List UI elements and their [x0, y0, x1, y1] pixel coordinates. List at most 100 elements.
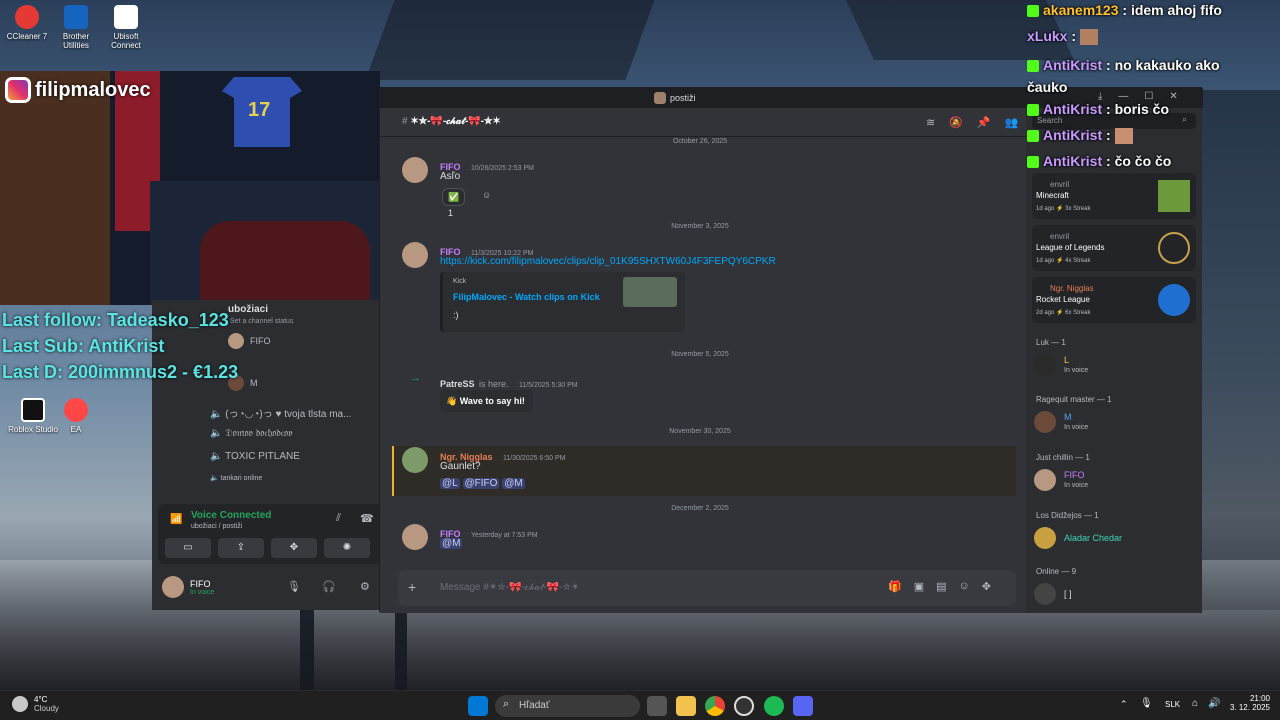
apps-icon[interactable]: ✥ — [982, 580, 991, 593]
activity-card[interactable]: envril League of Legends 1d ago ⚡ 4x Str… — [1032, 225, 1196, 271]
activity-card[interactable]: envril Minecraft 1d ago ⚡ 3x Streak — [1032, 173, 1196, 219]
date-separator: November 30, 2025 — [669, 428, 731, 435]
screenshare-button[interactable]: ⇪ — [218, 538, 264, 558]
emote-icon — [1079, 29, 1098, 46]
weather-widget[interactable]: 4°C Cloudy — [12, 695, 59, 713]
embed-title-link[interactable]: FilipMalovec - Watch clips on Kick — [453, 292, 600, 302]
voice-channel-tvoja[interactable]: 🔈 (っ◔◡◔)っ ♥ tvoja tlsta ma... — [210, 405, 351, 420]
voice-connected-panel: 📶 Voice Connected ubožiaci / postiži ⫽ ☎… — [158, 504, 382, 564]
voice-channel-link[interactable]: ubožiaci / postiži — [191, 523, 242, 530]
chat-line: xLukx : — [1027, 28, 1098, 46]
minecraft-icon — [1158, 180, 1190, 212]
search-icon: ⌕ — [1182, 114, 1188, 124]
obs-icon[interactable] — [734, 696, 754, 716]
member-online[interactable]: [ ] — [1034, 583, 1194, 607]
avatar[interactable] — [402, 524, 428, 550]
noise-suppression-icon[interactable]: ⫽ — [336, 512, 341, 525]
voice-member-fifo[interactable]: FIFO — [228, 333, 271, 349]
volume-icon[interactable]: 🔊 — [1208, 698, 1220, 709]
speaker-icon: 🔈 — [210, 428, 226, 439]
user-panel[interactable]: FIFO In voice — [162, 576, 214, 598]
settings-icon[interactable]: ⚙ — [360, 580, 370, 593]
members-icon[interactable]: 👥 — [1005, 116, 1019, 129]
desktop-icon-ubisoft-connect[interactable]: Ubisoft Connect — [99, 5, 153, 50]
avatar[interactable] — [402, 157, 428, 183]
wave-sticker-icon: 👋 — [446, 396, 460, 406]
task-view-icon[interactable] — [647, 696, 667, 716]
message-link[interactable]: https://kick.com/filipmalovec/clips/clip… — [440, 256, 776, 267]
threads-icon[interactable]: ≋ — [926, 116, 935, 129]
activity-card[interactable]: Ngr. Nigglas Rocket League 2d ago ⚡ 6x S… — [1032, 277, 1196, 323]
clock[interactable]: 21:00 3. 12. 2025 — [1228, 694, 1270, 712]
message-composer: + Message #✶✮-🎀-𝒸𝒽𝒶𝓉-🎀-✮✶ 🎁 ▣ ▤ ☺ ✥ — [398, 570, 1016, 606]
cloudy-icon — [12, 696, 28, 712]
discord-taskbar-icon[interactable] — [793, 696, 813, 716]
member-fifo[interactable]: FIFO In voice — [1034, 469, 1194, 493]
member-l[interactable]: L In voice — [1034, 354, 1194, 378]
desktop-icon-ccleaner[interactable]: CCleaner 7 — [0, 5, 54, 41]
kick-badge-icon — [1027, 5, 1039, 18]
microphone-icon[interactable]: 🎙 — [287, 580, 301, 593]
voice-channel-toxic-pitlane[interactable]: 🔈 TOXIC PITLANE — [210, 451, 300, 462]
avatar — [1034, 469, 1056, 491]
kick-badge-icon — [1027, 60, 1039, 73]
windows-start-icon[interactable] — [468, 696, 488, 716]
desktop-icon-ea[interactable]: EA — [49, 398, 103, 434]
channel-header: # ✶✮-🎀-𝒸𝒽𝒶𝓉-🎀-✮✶ — [402, 116, 501, 127]
network-icon[interactable]: ⌂ — [1192, 698, 1198, 709]
desktop-icon-brother-utilities[interactable]: Brother Utilities — [49, 5, 103, 50]
taskbar-search[interactable]: ⌕ Hľadať — [495, 695, 640, 717]
chat-line: AntiKrist : no kakauko ako čauko — [1027, 57, 1220, 95]
message-author[interactable]: PatreSS — [440, 379, 475, 389]
brother-utilities-icon — [64, 5, 88, 29]
spotify-icon[interactable] — [764, 696, 784, 716]
message-input[interactable]: Message #✶✮-🎀-𝒸𝒽𝒶𝓉-🎀-✮✶ — [440, 582, 579, 593]
channel-status-placeholder[interactable]: Set a channel status — [230, 318, 293, 325]
sticker-icon[interactable]: ▤ — [936, 580, 946, 593]
voice-channel-domov[interactable]: 🔈 𝔇𝔬𝔪𝔬𝔳 𝔡𝔬𝔠𝔥𝔬𝔡𝔠𝔬𝔳 — [210, 428, 293, 439]
microphone-tray-icon[interactable]: 🎙 — [1140, 698, 1153, 709]
webcam-chair — [200, 221, 370, 301]
mention[interactable]: @M — [440, 538, 463, 549]
member-m[interactable]: M In voice — [1034, 411, 1194, 435]
date-separator: November 5, 2025 — [671, 351, 729, 358]
upload-plus-icon[interactable]: + — [408, 579, 416, 595]
mention[interactable]: @M — [502, 478, 525, 489]
search-icon: ⌕ — [503, 698, 510, 710]
soundboard-button[interactable]: ✺ — [324, 538, 370, 558]
taskbar: 4°C Cloudy ⌕ Hľadať ⌃ 🎙 SLK ⌂ 🔊 21:00 3.… — [0, 690, 1280, 720]
gift-icon[interactable]: 🎁 — [888, 580, 902, 593]
chevron-up-icon[interactable]: ⌃ — [1120, 699, 1128, 710]
reaction-check[interactable]: ✅ 1 — [442, 188, 466, 218]
avatar — [228, 333, 244, 349]
embed-thumbnail[interactable] — [623, 277, 677, 307]
file-explorer-icon[interactable] — [676, 696, 696, 716]
gif-icon[interactable]: ▣ — [914, 580, 924, 593]
speaker-icon: 🔈 — [210, 409, 226, 420]
camera-button[interactable]: ▭ — [165, 538, 211, 558]
notifications-icon[interactable]: 🔕 — [949, 116, 963, 129]
wave-button[interactable]: 👋 Wave to say hi! — [440, 390, 533, 412]
emoji-icon[interactable]: ☺ — [959, 580, 970, 593]
ccleaner-icon — [15, 5, 39, 29]
avatar[interactable] — [402, 447, 428, 473]
voice-channel-tankari[interactable]: 🔈 tankari online — [210, 474, 262, 482]
mention[interactable]: @FIFO — [462, 478, 500, 489]
chrome-icon[interactable] — [705, 696, 725, 716]
last-follow-overlay: Last follow: Tadeasko_123 — [2, 310, 229, 330]
member-aladar-chedar[interactable]: Aladar Chedar — [1034, 527, 1194, 551]
kick-badge-icon — [1027, 104, 1039, 117]
disconnect-icon[interactable]: ☎ — [360, 512, 374, 525]
signal-icon: 📶 — [170, 514, 183, 525]
voice-channel-name[interactable]: ubožiaci — [228, 304, 268, 315]
chat-line: AntiKrist : boris čo — [1027, 101, 1169, 117]
instagram-overlay: filipmalovec — [5, 77, 151, 103]
activities-button[interactable]: ✥ — [271, 538, 317, 558]
add-reaction-icon[interactable]: ☺ — [482, 190, 491, 200]
avatar[interactable] — [402, 242, 428, 268]
pin-icon[interactable]: 📌 — [977, 116, 991, 129]
language-indicator[interactable]: SLK — [1165, 700, 1180, 709]
last-sub-overlay: Last Sub: AntiKrist — [2, 336, 165, 356]
headphones-icon[interactable]: 🎧 — [322, 580, 336, 593]
mention[interactable]: @L — [440, 478, 460, 489]
